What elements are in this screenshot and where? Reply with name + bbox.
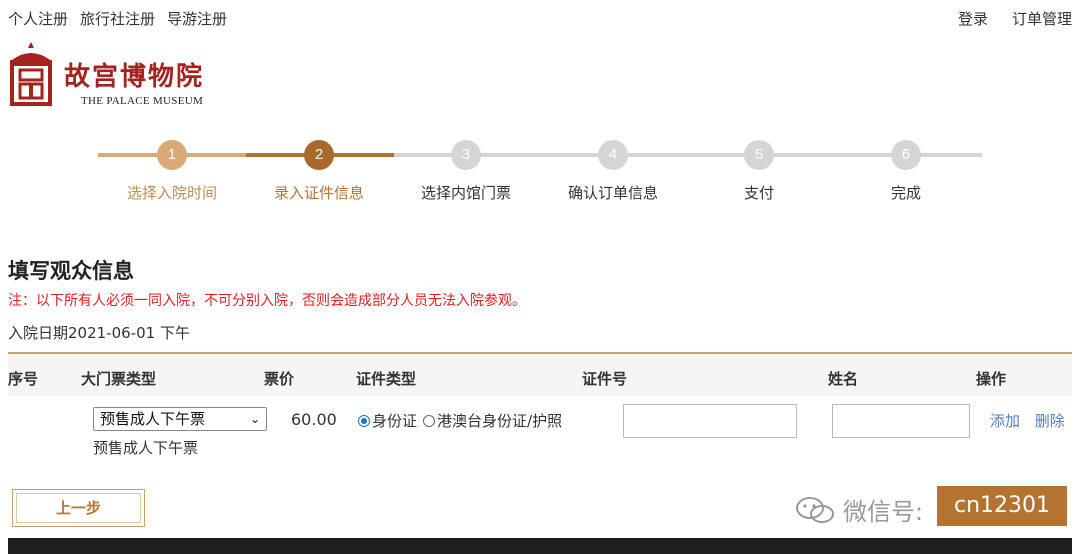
step-5-label: 支付 [743, 184, 774, 202]
logo-chinese-name: 故宫博物院 [64, 62, 205, 92]
chevron-down-icon: ⌄ [249, 412, 260, 426]
register-links: 个人注册 旅行社注册 导游注册 [8, 8, 227, 29]
step-6-label: 完成 [890, 184, 921, 202]
step-6: 6 完成 [836, 140, 976, 203]
step-4: 4 确认订单信息 [543, 140, 683, 203]
top-nav: 个人注册 旅行社注册 导游注册 登录 订单管理 [8, 8, 1072, 28]
order-management-link[interactable]: 订单管理 [1012, 8, 1072, 29]
step-4-circle: 4 [598, 140, 628, 170]
row-actions: 添加 删除 [990, 410, 1075, 431]
header-name: 姓名 [828, 370, 859, 388]
step-2-label: 录入证件信息 [273, 184, 364, 202]
header-id-number: 证件号 [582, 370, 628, 388]
wechat-watermark: 微信号: [795, 492, 923, 527]
account-links: 登录 订单管理 [958, 8, 1072, 29]
id-number-input[interactable] [623, 404, 797, 438]
login-link[interactable]: 登录 [958, 8, 988, 29]
header-index: 序号 [8, 370, 39, 388]
name-input[interactable] [832, 404, 970, 438]
page-title: 填写观众信息 [8, 259, 134, 283]
ticket-name-text: 预售成人下午票 [93, 439, 199, 457]
id-type-options: 身份证 港澳台身份证/护照 [358, 410, 562, 431]
prev-step-button[interactable]: 上一步 [12, 489, 145, 527]
next-step-button[interactable]: cn12301 [937, 486, 1067, 526]
passport-radio[interactable] [423, 414, 436, 427]
progress-stepper: 1 选择入院时间 2 录入证件信息 3 选择内馆门票 4 确认订单信息 5 支付… [98, 140, 982, 204]
step-3-label: 选择内馆门票 [420, 184, 511, 202]
palace-museum-logo[interactable]: 故宫博物院 THE PALACE MUSEUM [8, 40, 238, 110]
step-5: 5 支付 [689, 140, 829, 203]
ticket-select-value: 预售成人下午票 [100, 410, 206, 428]
add-visitor-link[interactable]: 添加 [990, 412, 1020, 430]
step-4-label: 确认订单信息 [567, 184, 658, 202]
table-header: 序号 大门票类型 票价 证件类型 证件号 姓名 操作 [8, 352, 1072, 396]
visit-date: 入院日期2021-06-01 下午 [8, 324, 190, 342]
id-card-radio[interactable] [358, 414, 370, 427]
guide-register-link[interactable]: 导游注册 [167, 8, 227, 29]
step-1-circle: 1 [157, 140, 187, 170]
id-card-label: 身份证 [372, 412, 418, 430]
header-price: 票价 [264, 370, 295, 388]
ticket-price: 60.00 [291, 410, 337, 429]
logo-english-name: THE PALACE MUSEUM [81, 95, 204, 107]
ticket-type-select[interactable]: 预售成人下午票 ⌄ [93, 407, 267, 431]
step-3: 3 选择内馆门票 [396, 140, 536, 203]
header-ticket-type: 大门票类型 [81, 370, 157, 388]
step-5-circle: 5 [744, 140, 774, 170]
agency-register-link[interactable]: 旅行社注册 [80, 8, 155, 29]
header-id-type: 证件类型 [356, 370, 417, 388]
step-6-circle: 6 [891, 140, 921, 170]
watermark-text: 微信号: [843, 498, 924, 526]
visitor-table: 序号 大门票类型 票价 证件类型 证件号 姓名 操作 [8, 352, 1072, 396]
footer-bar [8, 538, 1072, 554]
step-1-label: 选择入院时间 [126, 184, 217, 202]
step-1: 1 选择入院时间 [102, 140, 242, 203]
step-2: 2 录入证件信息 [249, 140, 389, 203]
header-actions: 操作 [976, 370, 1007, 388]
delete-visitor-link[interactable]: 删除 [1035, 412, 1065, 430]
step-3-circle: 3 [451, 140, 481, 170]
wechat-icon [796, 496, 834, 523]
step-2-circle: 2 [304, 140, 334, 170]
personal-register-link[interactable]: 个人注册 [8, 8, 68, 29]
palace-gate-icon [10, 42, 52, 106]
notice-text: 注：以下所有人必须一同入院，不可分别入院，否则会造成部分人员无法入院参观。 [8, 293, 526, 309]
passport-label: 港澳台身份证/护照 [437, 412, 563, 430]
